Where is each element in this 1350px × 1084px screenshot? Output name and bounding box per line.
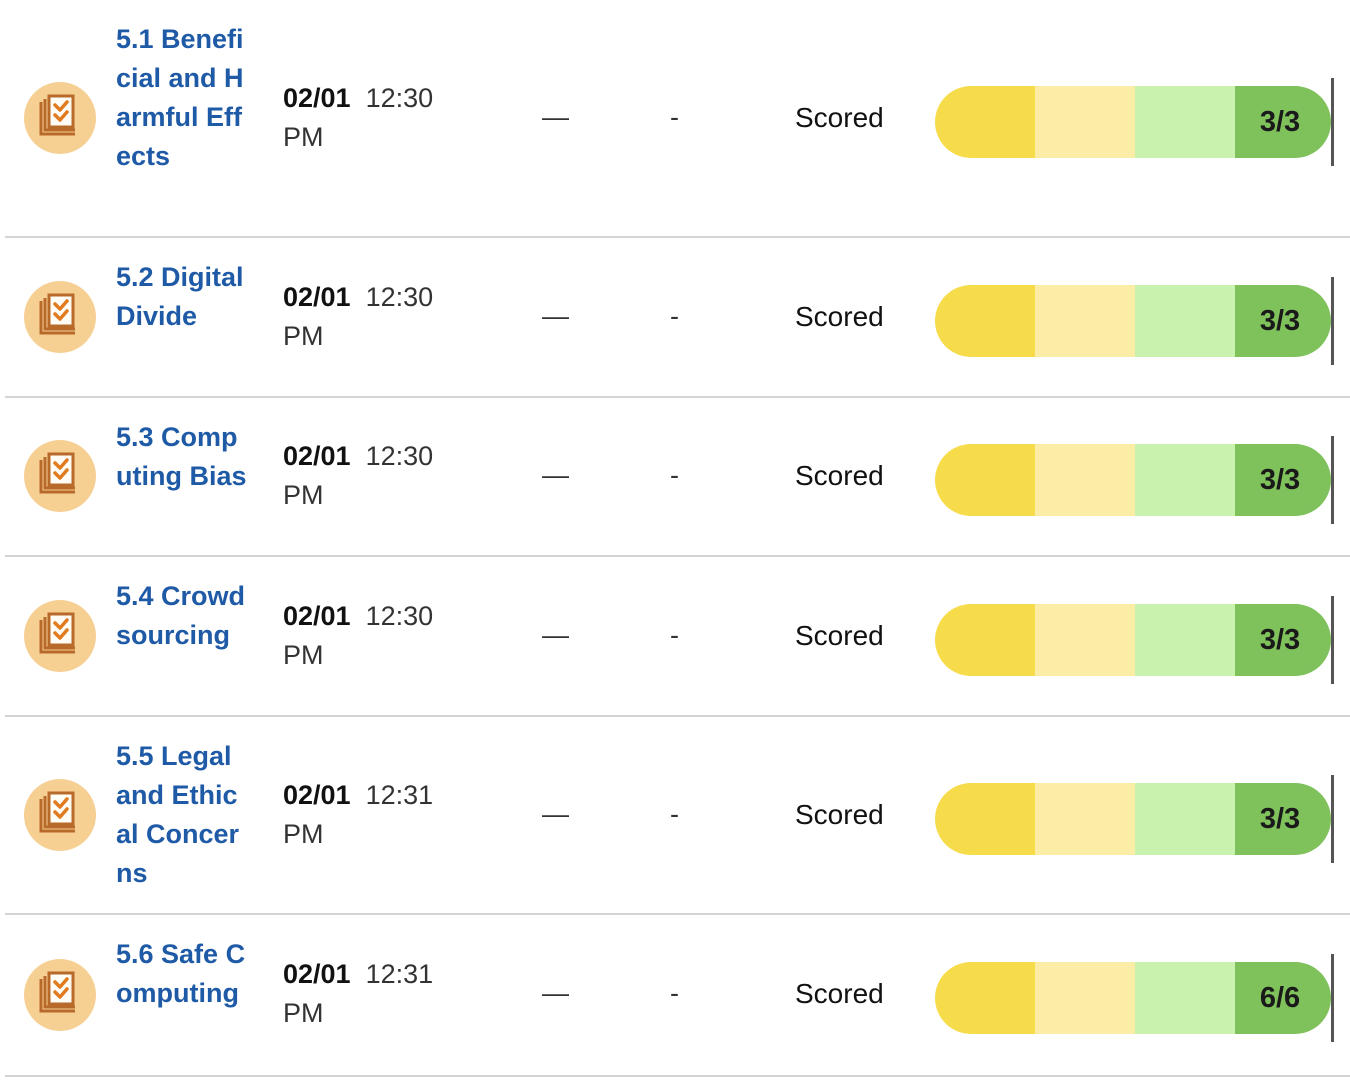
due-period: PM <box>283 998 324 1028</box>
progress-segment <box>935 962 1035 1034</box>
assignment-title-link[interactable]: 5.3 Computing Bias <box>116 418 248 496</box>
due-datetime: 02/01 12:30 PM <box>283 597 453 675</box>
progress-segment <box>935 783 1035 855</box>
score-progress-bar[interactable]: 3/3 <box>935 444 1331 516</box>
due-time: 12:30 <box>365 282 434 312</box>
attempts-dash: - <box>670 460 679 490</box>
assignment-checklist-icon <box>24 82 96 154</box>
due-date: 02/01 <box>283 780 351 810</box>
assignment-row: 5.4 Crowdsourcing 02/01 12:30 PM — - Scor… <box>5 557 1350 717</box>
score-progress-bar[interactable]: 3/3 <box>935 86 1331 158</box>
score-marker <box>1331 775 1334 863</box>
score-marker <box>1331 78 1334 166</box>
availability-dash: — <box>542 799 569 829</box>
availability-dash: — <box>542 978 569 1008</box>
score-value: 3/3 <box>1259 106 1301 138</box>
attempts-dash: - <box>670 620 679 650</box>
status-label: Scored <box>795 102 884 133</box>
assignment-checklist-icon <box>24 779 96 851</box>
assignment-row: 5.2 Digital Divide 02/01 12:30 PM — - Sco… <box>5 238 1350 398</box>
attempts-dash: - <box>670 102 679 132</box>
status-label: Scored <box>795 620 884 651</box>
due-period: PM <box>283 321 324 351</box>
assignment-title-link[interactable]: 5.2 Digital Divide <box>116 258 248 336</box>
assignment-row: 5.1 Beneficial and Harmful Effects 02/01… <box>5 0 1350 238</box>
progress-segment <box>1035 604 1135 676</box>
due-datetime: 02/01 12:30 PM <box>283 437 453 515</box>
assignment-title-link[interactable]: 5.4 Crowdsourcing <box>116 577 248 655</box>
score-value: 3/3 <box>1259 803 1301 835</box>
due-date: 02/01 <box>283 441 351 471</box>
status-label: Scored <box>795 301 884 332</box>
progress-segment <box>1035 962 1135 1034</box>
status-label: Scored <box>795 978 884 1009</box>
status-label: Scored <box>795 460 884 491</box>
score-value: 6/6 <box>1259 982 1301 1014</box>
score-progress-bar[interactable]: 3/3 <box>935 285 1331 357</box>
progress-segment <box>1035 86 1135 158</box>
assignment-checklist-icon <box>24 281 96 353</box>
due-date: 02/01 <box>283 282 351 312</box>
availability-dash: — <box>542 620 569 650</box>
score-marker <box>1331 277 1334 365</box>
progress-segment <box>1135 604 1235 676</box>
progress-segment <box>935 604 1035 676</box>
score-progress-bar[interactable]: 3/3 <box>935 604 1331 676</box>
score-marker <box>1331 954 1334 1042</box>
due-date: 02/01 <box>283 959 351 989</box>
score-progress-bar[interactable]: 6/6 <box>935 962 1331 1034</box>
due-period: PM <box>283 640 324 670</box>
availability-dash: — <box>542 460 569 490</box>
score-value: 3/3 <box>1259 624 1301 656</box>
progress-segment <box>1135 285 1235 357</box>
score-value: 3/3 <box>1259 305 1301 337</box>
assignment-title-link[interactable]: 5.1 Beneficial and Harmful Effects <box>116 20 248 176</box>
due-period: PM <box>283 819 324 849</box>
progress-segment <box>1135 783 1235 855</box>
due-time: 12:31 <box>365 780 434 810</box>
assignment-row: 5.6 Safe Computing 02/01 12:31 PM — - Sco… <box>5 915 1350 1077</box>
score-marker <box>1331 596 1334 684</box>
progress-segment <box>935 285 1035 357</box>
progress-segment <box>1035 783 1135 855</box>
score-value: 3/3 <box>1259 464 1301 496</box>
due-datetime: 02/01 12:30 PM <box>283 79 453 157</box>
status-label: Scored <box>795 799 884 830</box>
attempts-dash: - <box>670 799 679 829</box>
due-datetime: 02/01 12:30 PM <box>283 278 453 356</box>
assignment-title-link[interactable]: 5.6 Safe Computing <box>116 935 248 1013</box>
progress-segment <box>1035 285 1135 357</box>
progress-segment <box>935 86 1035 158</box>
availability-dash: — <box>542 102 569 132</box>
due-time: 12:30 <box>365 601 434 631</box>
attempts-dash: - <box>670 978 679 1008</box>
due-datetime: 02/01 12:31 PM <box>283 955 453 1033</box>
attempts-dash: - <box>670 301 679 331</box>
assignment-title-link[interactable]: 5.5 Legal and Ethical Concerns <box>116 737 248 893</box>
score-marker <box>1331 436 1334 524</box>
score-progress-bar[interactable]: 3/3 <box>935 783 1331 855</box>
due-time: 12:30 <box>365 441 434 471</box>
assignment-checklist-icon <box>24 440 96 512</box>
due-date: 02/01 <box>283 601 351 631</box>
due-date: 02/01 <box>283 83 351 113</box>
assignment-row: 5.3 Computing Bias 02/01 12:30 PM — - Sco… <box>5 398 1350 557</box>
progress-segment <box>1135 444 1235 516</box>
progress-segment <box>1135 962 1235 1034</box>
assignment-checklist-icon <box>24 600 96 672</box>
due-time: 12:30 <box>365 83 434 113</box>
availability-dash: — <box>542 301 569 331</box>
due-period: PM <box>283 480 324 510</box>
progress-segment <box>1135 86 1235 158</box>
assignment-checklist-icon <box>24 959 96 1031</box>
assignment-row: 5.5 Legal and Ethical Concerns 02/01 12:… <box>5 717 1350 915</box>
due-period: PM <box>283 122 324 152</box>
progress-segment <box>935 444 1035 516</box>
due-time: 12:31 <box>365 959 434 989</box>
due-datetime: 02/01 12:31 PM <box>283 776 453 854</box>
progress-segment <box>1035 444 1135 516</box>
